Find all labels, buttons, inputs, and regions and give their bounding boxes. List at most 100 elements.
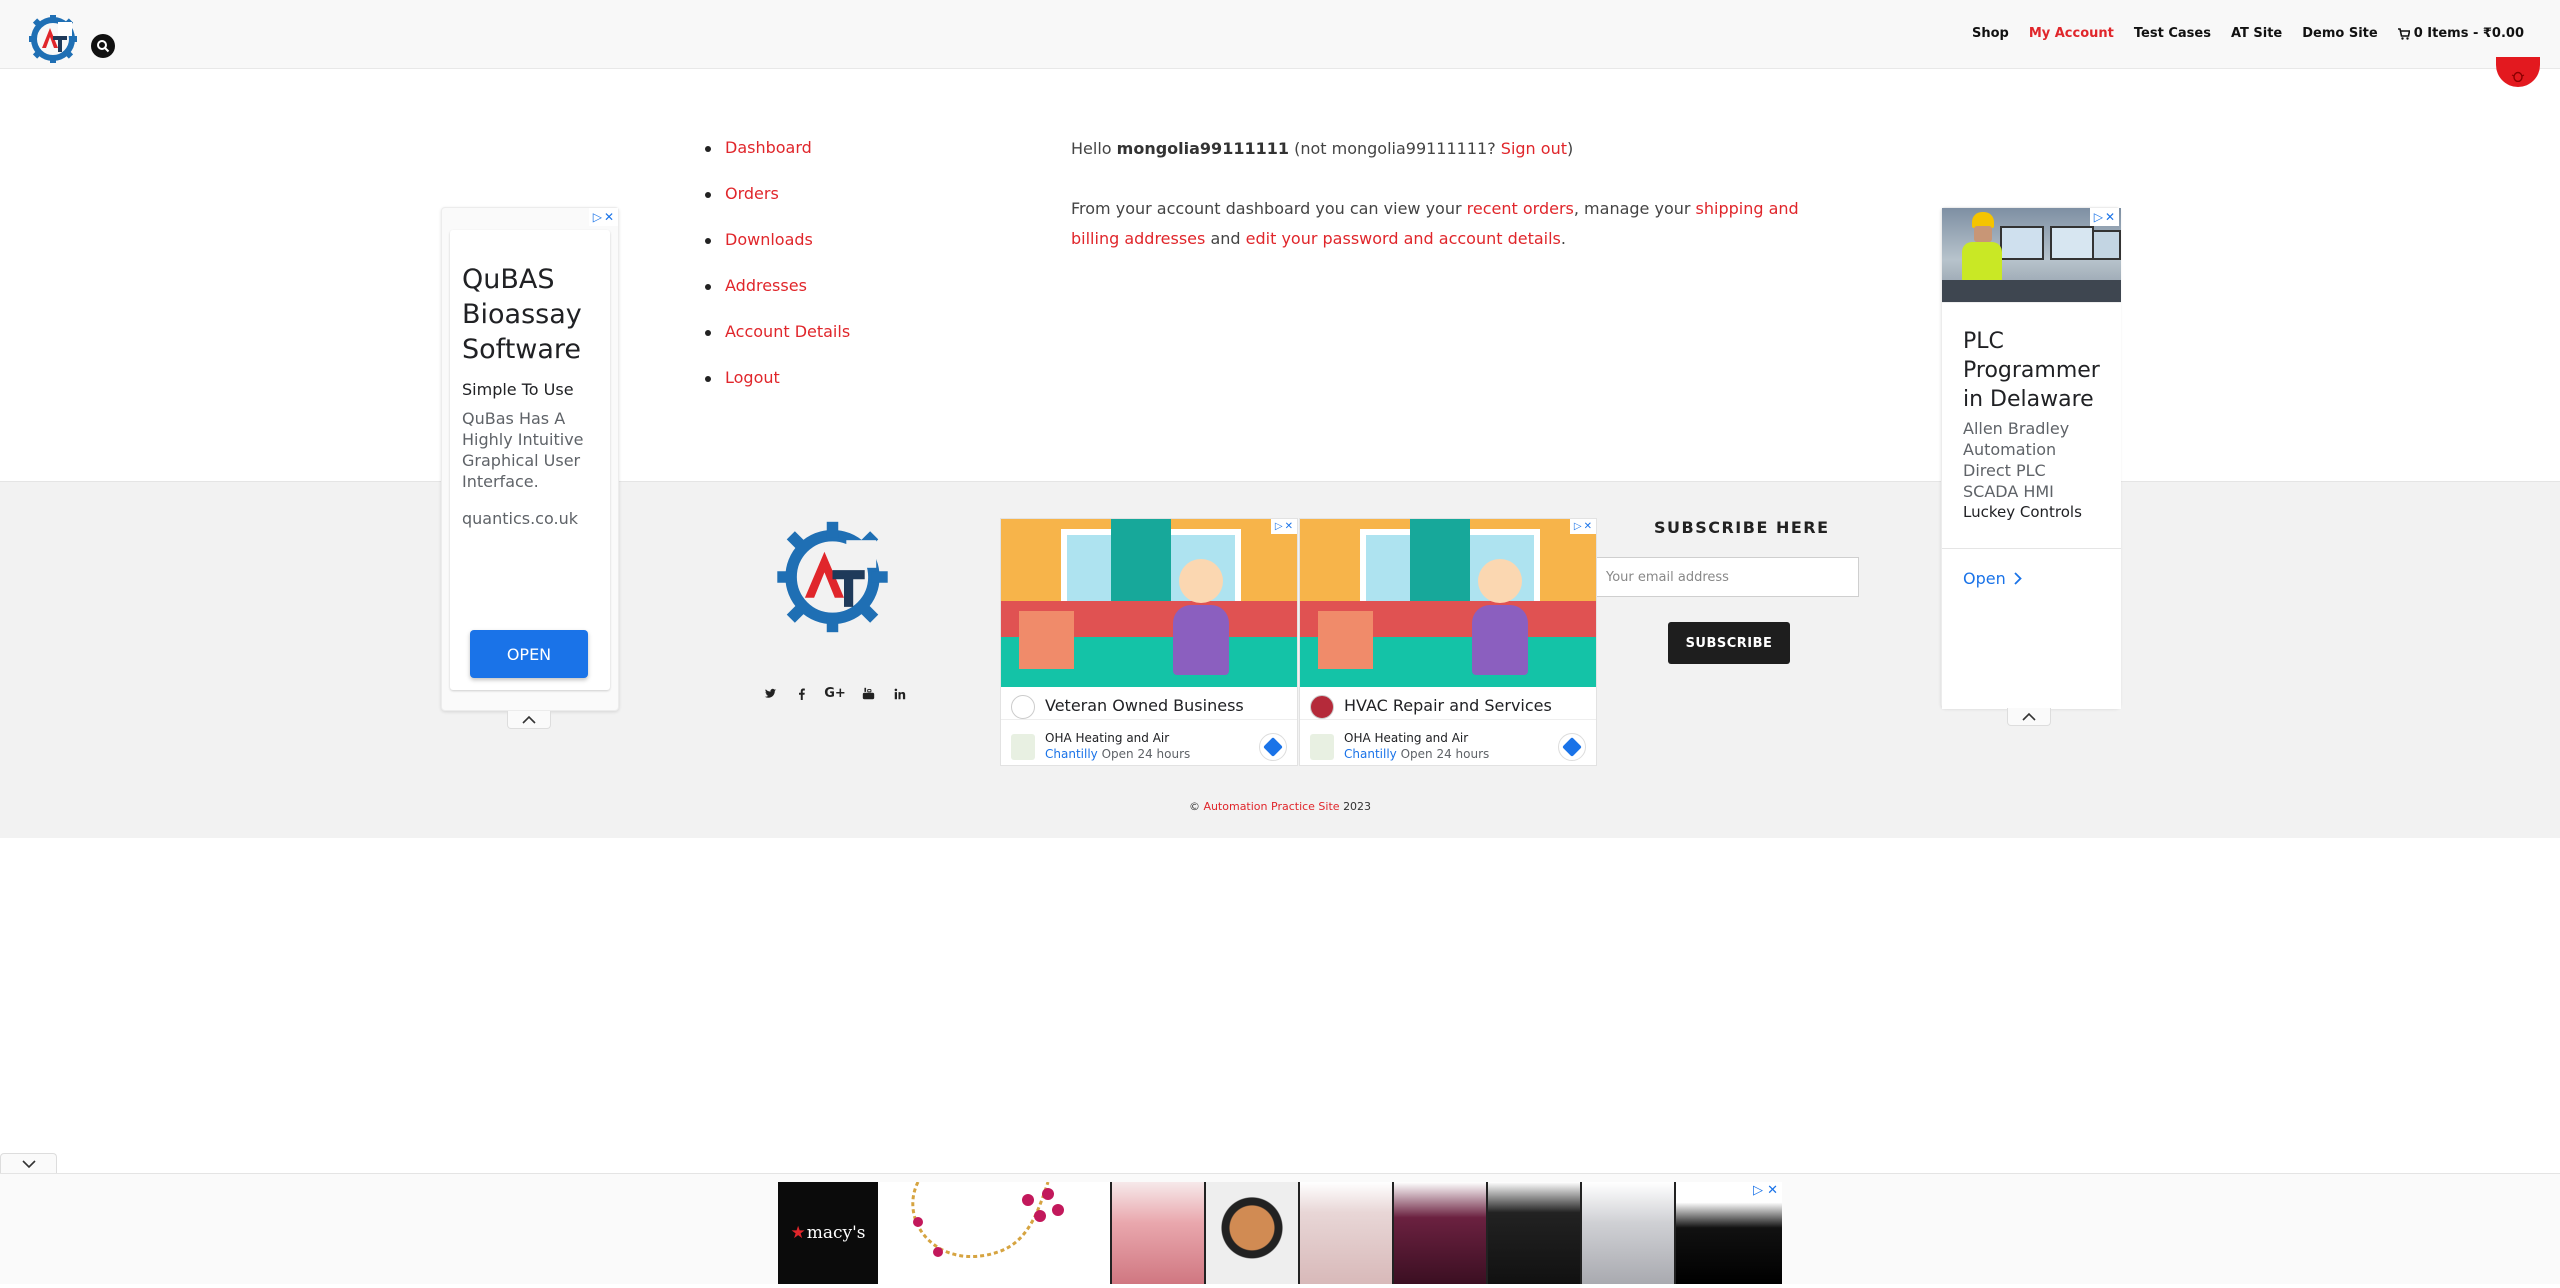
product-compact-powder[interactable] [1204,1182,1298,1284]
bottom-ad-toggle[interactable] [0,1153,57,1175]
right-ad-title[interactable]: PLC Programmer in Delaware [1963,327,2103,414]
left-ad-open-button[interactable]: OPEN [470,630,588,678]
ad-close-icon[interactable]: ✕ [1584,521,1592,532]
product-burgundy-coat[interactable] [1392,1182,1486,1284]
left-ad-subtitle: Simple To Use [462,380,574,399]
center-ad-2-location: Chantilly Open 24 hours [1344,747,1490,761]
search-icon [97,40,110,53]
left-ad-collapse[interactable] [507,711,551,729]
chevron-down-icon [21,1160,36,1169]
site-header: Shop My Account Test Cases AT Site Demo … [0,0,2560,69]
account-dashboard: Hello mongolia99111111 (not mongolia9911… [1071,134,1811,284]
right-ad-card[interactable]: PLC Programmer in Delaware Allen Bradley… [1942,302,2121,709]
ad-close-icon[interactable]: ✕ [2105,210,2115,224]
product-pink-jacket[interactable] [1110,1182,1204,1284]
business-logo-icon [1310,695,1334,719]
edit-password-link[interactable]: edit your password and account details [1246,229,1561,248]
nav-cart[interactable]: 0 Items - ₹0.00 [2397,26,2524,41]
product-black-jacket[interactable] [1486,1182,1580,1284]
center-ad-1-location: Chantilly Open 24 hours [1045,747,1191,761]
account-nav-item-downloads: Downloads [703,224,850,270]
ad-info-icon[interactable]: ▷ [593,210,602,224]
center-ad-2-illustration[interactable] [1300,519,1596,687]
dashboard-intro: From your account dashboard you can view… [1071,199,1799,248]
site-logo[interactable] [28,14,78,64]
sign-out-link[interactable]: Sign out [1501,139,1567,158]
ad-choices[interactable]: ▷ ✕ [588,208,618,226]
floating-badge[interactable] [2496,57,2540,87]
directions-icon[interactable] [1558,733,1586,761]
account-navigation: Dashboard Orders Downloads Addresses Acc… [703,132,850,408]
ad-close-icon[interactable]: ✕ [1767,1183,1778,1198]
logout-link[interactable]: Logout [725,368,780,387]
recent-orders-link[interactable]: recent orders [1467,199,1574,218]
bug-icon [2511,71,2525,82]
addresses-link[interactable]: Addresses [725,276,807,295]
ad-choices[interactable]: ▷ ✕ [1569,519,1596,534]
ad-close-icon[interactable]: ✕ [1285,521,1293,532]
product-grey-coat[interactable] [1580,1182,1674,1284]
center-ad-2[interactable]: ▷ ✕ HVAC Repair and Services OHA Heating… [1299,518,1597,766]
youtube-icon[interactable] [860,685,877,702]
ad-info-icon[interactable]: ▷ [1275,521,1283,532]
chevron-up-icon [522,715,536,724]
right-ad-body: Allen Bradley Automation Direct PLC SCAD… [1963,419,2070,501]
center-ad-2-title[interactable]: HVAC Repair and Services [1344,696,1552,715]
product-blush-coat[interactable] [1298,1182,1392,1284]
nav-test-cases[interactable]: Test Cases [2134,26,2211,41]
center-ad-1-illustration[interactable] [1001,519,1297,687]
dashboard-link[interactable]: Dashboard [725,138,812,157]
left-ad-title[interactable]: QuBAS Bioassay Software [462,262,602,367]
right-ad-company: Luckey Controls [1963,503,2082,521]
left-ad-domain: quantics.co.uk [462,509,578,528]
nav-at-site[interactable]: AT Site [2231,26,2282,41]
ad-choices[interactable]: ▷ ✕ [1748,1182,1782,1199]
nav-shop[interactable]: Shop [1972,26,2009,41]
ad-info-icon[interactable]: ▷ [1753,1183,1763,1198]
linkedin-icon[interactable] [891,685,908,702]
ad-choices[interactable]: ▷ ✕ [1270,519,1297,534]
greeting-text: Hello mongolia99111111 (not mongolia9911… [1071,139,1574,158]
center-ad-1[interactable]: ▷ ✕ Veteran Owned Business OHA Heating a… [1000,518,1298,766]
account-nav-item-orders: Orders [703,178,850,224]
account-nav-item-logout: Logout [703,362,850,408]
ad-close-icon[interactable]: ✕ [604,210,614,224]
subscribe-heading: SUBSCRIBE HERE [1654,518,1830,537]
ad-choices[interactable]: ▷ ✕ [2089,208,2119,226]
bottom-ad[interactable]: ★ macy's ▷ ✕ [778,1181,1782,1284]
left-side-ad[interactable]: ▷ ✕ QuBAS Bioassay Software Simple To Us… [441,207,619,711]
copyright: © Automation Practice Site 2023 [1188,800,1372,813]
nav-my-account[interactable]: My Account [2029,26,2114,41]
macys-logo[interactable]: ★ macy's [778,1182,878,1284]
facebook-icon[interactable] [793,685,810,702]
footer-logo[interactable] [775,516,890,638]
subscribe-email-input[interactable] [1596,557,1859,597]
subscribe-button[interactable]: SUBSCRIBE [1668,622,1790,664]
account-nav-item-account-details: Account Details [703,316,850,362]
product-necklace[interactable] [878,1181,1088,1284]
account-nav-item-dashboard: Dashboard [703,132,850,178]
account-nav-item-addresses: Addresses [703,270,850,316]
copyright-site-link[interactable]: Automation Practice Site [1203,800,1339,813]
center-ad-2-business: OHA Heating and Air [1344,731,1469,745]
google-plus-icon[interactable]: G+ [824,685,846,702]
twitter-icon[interactable] [762,685,779,702]
search-button[interactable] [91,34,115,58]
business-logo-icon [1011,695,1035,719]
right-ad-open-link[interactable]: Open [1963,569,2022,588]
right-side-ad[interactable]: ▷ ✕ PLC Programmer in Delaware Allen Bra… [1941,207,2121,709]
main-nav: Shop My Account Test Cases AT Site Demo … [1972,26,2524,41]
left-ad-card[interactable]: QuBAS Bioassay Software Simple To Use Qu… [450,230,610,690]
chevron-up-icon [2022,712,2036,721]
social-links: G+ [762,685,908,702]
ad-info-icon[interactable]: ▷ [1574,521,1582,532]
downloads-link[interactable]: Downloads [725,230,813,249]
left-ad-body: QuBas Has A Highly Intuitive Graphical U… [462,409,584,491]
directions-icon[interactable] [1259,733,1287,761]
right-ad-collapse[interactable] [2007,708,2051,726]
account-details-link[interactable]: Account Details [725,322,850,341]
center-ad-1-title[interactable]: Veteran Owned Business [1045,696,1244,715]
orders-link[interactable]: Orders [725,184,779,203]
nav-demo-site[interactable]: Demo Site [2302,26,2377,41]
ad-info-icon[interactable]: ▷ [2094,210,2103,224]
